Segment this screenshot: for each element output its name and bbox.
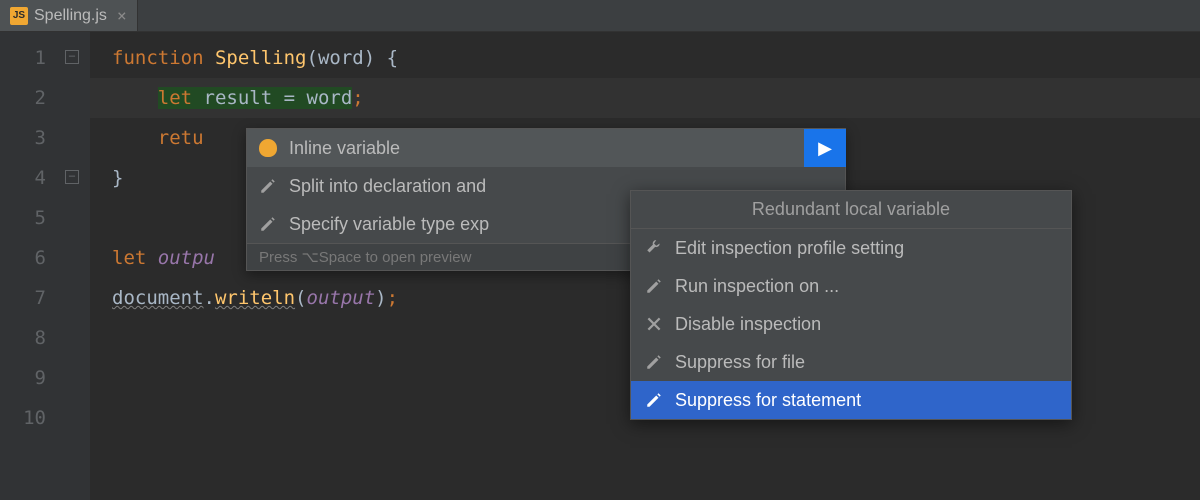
submenu-label: Suppress for statement (675, 390, 861, 411)
identifier: word (307, 87, 353, 109)
inspection-submenu: Redundant local variable Edit inspection… (630, 190, 1072, 420)
paren: ( (295, 287, 306, 309)
line-number: 7 (0, 278, 46, 318)
parameter: word (318, 47, 364, 69)
submenu-item-suppress-file[interactable]: Suppress for file (631, 343, 1071, 381)
fold-column: − − (60, 32, 90, 500)
submenu-label: Suppress for file (675, 352, 805, 373)
js-file-icon: JS (10, 7, 28, 25)
line-number-gutter: 1 2 3 4 5 6 7 8 9 10 (0, 32, 60, 500)
fold-expand-icon[interactable]: − (65, 170, 79, 184)
operator: = (272, 87, 306, 109)
fold-collapse-icon[interactable]: − (65, 50, 79, 64)
intention-label: Specify variable type exp (289, 214, 489, 235)
edit-icon (645, 353, 663, 371)
line-number: 1 (0, 38, 46, 78)
keyword: retu (158, 127, 204, 149)
indent (112, 127, 158, 149)
keyword: let (112, 247, 146, 269)
semicolon: ; (352, 87, 363, 109)
brace: } (112, 167, 123, 189)
edit-icon (259, 177, 277, 195)
keyword: let (158, 87, 192, 109)
edit-icon (645, 277, 663, 295)
line-number: 2 (0, 78, 46, 118)
tab-close-button[interactable]: × (117, 6, 127, 25)
variable: outpu (158, 247, 215, 269)
line-number: 3 (0, 118, 46, 158)
line-number: 10 (0, 398, 46, 438)
paren: ) (364, 47, 375, 69)
submenu-item-suppress-statement[interactable]: Suppress for statement (631, 381, 1071, 419)
method: writeln (215, 287, 295, 309)
line-number: 9 (0, 358, 46, 398)
code-line[interactable]: function Spelling(word) { (90, 38, 1200, 78)
submenu-label: Edit inspection profile setting (675, 238, 904, 259)
object: document (112, 287, 204, 309)
play-arrow-icon: ▶ (818, 138, 832, 159)
brace: { (375, 47, 398, 69)
indent (112, 87, 158, 109)
line-number: 8 (0, 318, 46, 358)
line-number: 5 (0, 198, 46, 238)
submenu-item-edit-profile[interactable]: Edit inspection profile setting (631, 229, 1071, 267)
lightbulb-icon (259, 139, 277, 157)
intention-label: Inline variable (289, 138, 400, 159)
tab-label: Spelling.js (34, 7, 107, 25)
wrench-icon (645, 239, 663, 257)
paren: ) (375, 287, 386, 309)
submenu-header: Redundant local variable (631, 191, 1071, 229)
edit-icon (259, 215, 277, 233)
function-name: Spelling (215, 47, 307, 69)
paren: ( (306, 47, 317, 69)
argument: output (307, 287, 376, 309)
variable: result (204, 87, 273, 109)
submenu-label: Run inspection on ... (675, 276, 839, 297)
keyword: function (112, 47, 204, 69)
submenu-item-disable-inspection[interactable]: Disable inspection (631, 305, 1071, 343)
tab-bar: JS Spelling.js × (0, 0, 1200, 32)
intention-label: Split into declaration and (289, 176, 486, 197)
space (192, 87, 203, 109)
submenu-label: Disable inspection (675, 314, 821, 335)
close-icon (645, 315, 663, 333)
submenu-item-run-inspection[interactable]: Run inspection on ... (631, 267, 1071, 305)
intention-item-inline-variable[interactable]: Inline variable ▶ (247, 129, 845, 167)
edit-icon (645, 391, 663, 409)
line-number: 4 (0, 158, 46, 198)
space (146, 247, 157, 269)
dot: . (204, 287, 215, 309)
file-tab[interactable]: JS Spelling.js × (0, 0, 138, 31)
submenu-arrow-button[interactable]: ▶ (804, 129, 846, 167)
semicolon: ; (387, 287, 398, 309)
line-number: 6 (0, 238, 46, 278)
